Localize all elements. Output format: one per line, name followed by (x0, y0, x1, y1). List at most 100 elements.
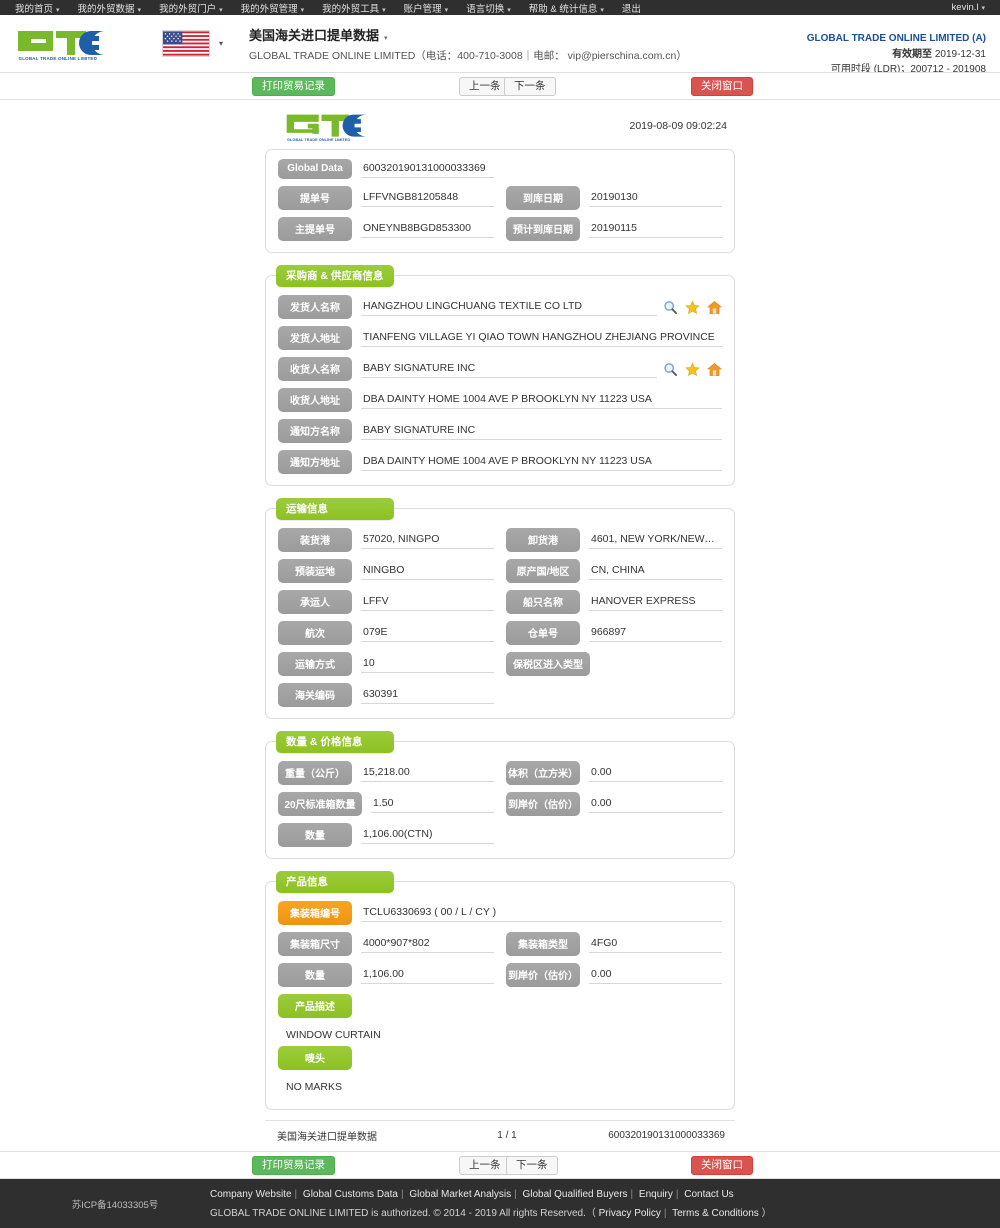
nav-item-trade-management[interactable]: 我的外贸管理 ▾ (232, 1, 314, 15)
footer-separator: | (663, 1207, 667, 1219)
svg-text:GLOBAL TRADE ONLINE LIMITED: GLOBAL TRADE ONLINE LIMITED (287, 138, 350, 142)
field-label: 20尺标准箱数量 (278, 792, 362, 816)
chevron-down-icon: ▾ (219, 39, 224, 48)
row-action-icons (663, 361, 722, 377)
row-bl-arrival: 提单号 LFFVNGB81205848 到库日期 20190130 (278, 186, 722, 210)
field-value: LFFVNGB81205848 (361, 189, 494, 207)
footer-separator: | (294, 1188, 298, 1200)
account-info-block: GLOBAL TRADE ONLINE LIMITED (A) 有效期至 201… (807, 31, 986, 78)
footer-link-contact-us[interactable]: Contact Us (684, 1189, 733, 1200)
page-title-block: 美国海关进口提单数据 ▾ GLOBAL TRADE ONLINE LIMITED… (249, 25, 687, 63)
star-icon[interactable] (685, 361, 700, 377)
document-area: GLOBAL TRADE ONLINE LIMITED 2019-08-09 0… (0, 100, 1000, 1151)
field-label: 集装箱类型 (506, 932, 580, 956)
product-description-value: WINDOW CURTAIN (286, 1029, 381, 1041)
field-value: TIANFENG VILLAGE YI QIAO TOWN HANGZHOU Z… (361, 329, 722, 347)
row-consignee-name: 收货人名称 BABY SIGNATURE INC (278, 357, 722, 381)
chevron-down-icon: ▾ (382, 6, 386, 14)
search-icon[interactable] (663, 362, 678, 377)
user-menu[interactable]: kevin.l ▾ (943, 2, 994, 13)
nav-item-help-statistics[interactable]: 帮助 & 统计信息 ▾ (520, 1, 613, 15)
parties-card: 采购商 & 供应商信息 发货人名称 HANGZHOU LINGCHUANG TE… (265, 265, 735, 486)
nav-item-trade-tools[interactable]: 我的外贸工具 ▾ (313, 1, 395, 15)
row-container-no: 集装箱编号 TCLU6330693 ( 00 / L / CY ) (278, 901, 722, 925)
footer-link-enquiry[interactable]: Enquiry (639, 1189, 673, 1200)
field-carrier: 承运人 LFFV (278, 590, 494, 614)
field-label: 集装箱尺寸 (278, 932, 352, 956)
field-label: 卸货港 (506, 528, 580, 552)
field-value: DBA DAINTY HOME 1004 AVE P BROOKLYN NY 1… (361, 453, 722, 471)
home-icon[interactable] (707, 362, 722, 377)
nav-item-home[interactable]: 我的首页 ▾ (6, 1, 69, 15)
row-teu-cif: 20尺标准箱数量 1.50 到岸价（估价） 0.00 (278, 792, 722, 816)
nav-item-language-switch[interactable]: 语言切换 ▾ (457, 1, 520, 15)
copyright-end: ） (761, 1207, 772, 1219)
row-carrier-vessel: 承运人 LFFV 船只名称 HANOVER EXPRESS (278, 590, 722, 614)
previous-record-button-bottom[interactable]: 上一条 (459, 1156, 511, 1175)
row-marks-label: 唛头 (278, 1046, 722, 1070)
field-port-of-discharge: 卸货港 4601, NEW YORK/NEWARK AR (506, 528, 722, 552)
row-action-icons (663, 299, 722, 315)
print-record-button-bottom[interactable]: 打印贸易记录 (252, 1156, 335, 1175)
star-icon[interactable] (685, 299, 700, 315)
gto-logo-icon: GLOBAL TRADE ONLINE LIMITED (286, 114, 367, 142)
row-shipper-address: 发货人地址 TIANFENG VILLAGE YI QIAO TOWN HANG… (278, 326, 722, 350)
footer-link-global-customs-data[interactable]: Global Customs Data (303, 1189, 398, 1200)
toolbar-bottom: 打印贸易记录 上一条 下一条 关闭窗口 (0, 1151, 1000, 1179)
field-label: 原产国/地区 (506, 559, 580, 583)
footer-link-global-market-analysis[interactable]: Global Market Analysis (409, 1189, 511, 1200)
close-window-button[interactable]: 关闭窗口 (691, 77, 753, 96)
nav-item-logout[interactable]: 退出 (613, 1, 650, 15)
field-transport-mode: 运输方式 10 (278, 652, 494, 676)
search-icon[interactable] (663, 300, 678, 315)
field-bill-of-lading-no: 提单号 LFFVNGB81205848 (278, 186, 494, 210)
footer-link-row: Company Website | Global Customs Data | Gl… (210, 1185, 980, 1204)
field-container-size: 集装箱尺寸 4000*907*802 (278, 932, 494, 956)
footer-link-company-website[interactable]: Company Website (210, 1189, 292, 1200)
close-window-button-bottom[interactable]: 关闭窗口 (691, 1156, 753, 1175)
field-label: 发货人地址 (278, 326, 352, 350)
nav-item-trade-data[interactable]: 我的外贸数据 ▾ (69, 1, 151, 15)
next-record-button-bottom[interactable]: 下一条 (506, 1156, 558, 1175)
print-record-button[interactable]: 打印贸易记录 (252, 77, 335, 96)
field-teu-count: 20尺标准箱数量 1.50 (278, 792, 494, 816)
footer-link-global-qualified-buyers[interactable]: Global Qualified Buyers (522, 1189, 627, 1200)
field-place-of-receipt: 预装运地 NINGBO (278, 559, 494, 583)
footer-link-terms-conditions[interactable]: Terms & Conditions (672, 1208, 759, 1219)
footer-link-privacy-policy[interactable]: Privacy Policy (599, 1208, 661, 1219)
quantity-price-card: 数量 & 价格信息 重量（公斤） 15,218.00 体积（立方米） 0.00 … (265, 731, 735, 859)
nav-label: 退出 (621, 3, 641, 15)
field-value: BABY SIGNATURE INC (361, 422, 722, 440)
page-title[interactable]: 美国海关进口提单数据 ▾ (249, 25, 687, 44)
field-volume-cbm: 体积（立方米） 0.00 (506, 761, 722, 785)
document-source-label: 美国海关进口提单数据 (277, 1132, 377, 1143)
row-notify-party-name: 通知方名称 BABY SIGNATURE INC (278, 419, 722, 443)
field-value: NINGBO (361, 562, 494, 580)
field-weight-kg: 重量（公斤） 15,218.00 (278, 761, 494, 785)
field-label: 集装箱编号 (278, 901, 352, 925)
field-label: 到岸价（估价） (506, 963, 580, 987)
home-icon[interactable] (707, 300, 722, 315)
field-label: 唛头 (278, 1046, 352, 1070)
section-title-product: 产品信息 (276, 871, 394, 893)
previous-record-button[interactable]: 上一条 (459, 77, 511, 96)
field-value: 20190130 (589, 189, 722, 207)
nav-label: 语言切换 (466, 3, 505, 15)
next-record-button[interactable]: 下一条 (504, 77, 556, 96)
user-name-label: kevin.l (951, 2, 979, 13)
field-label: 收货人名称 (278, 357, 352, 381)
field-value: 630391 (361, 686, 494, 704)
nav-item-account-management[interactable]: 账户管理 ▾ (395, 1, 458, 15)
nav-item-trade-portal[interactable]: 我的外贸门户 ▾ (150, 1, 232, 15)
row-global-data: Global Data 600320190131000033369 (278, 159, 722, 179)
brand-logo[interactable]: GLOBAL TRADE ONLINE LIMITED (12, 26, 140, 62)
chevron-down-icon: ▾ (137, 6, 142, 14)
copyright-text: GLOBAL TRADE ONLINE LIMITED is authorize… (210, 1207, 596, 1219)
country-selector[interactable]: ▾ (162, 30, 223, 57)
field-label: 装货港 (278, 528, 352, 552)
us-flag-icon (162, 30, 210, 57)
nav-label: 帮助 & 统计信息 (528, 3, 598, 15)
validity-label: 有效期至 (892, 48, 933, 60)
row-container-size-type: 集装箱尺寸 4000*907*802 集装箱类型 4FG0 (278, 932, 722, 956)
field-label: 数量 (278, 823, 352, 847)
